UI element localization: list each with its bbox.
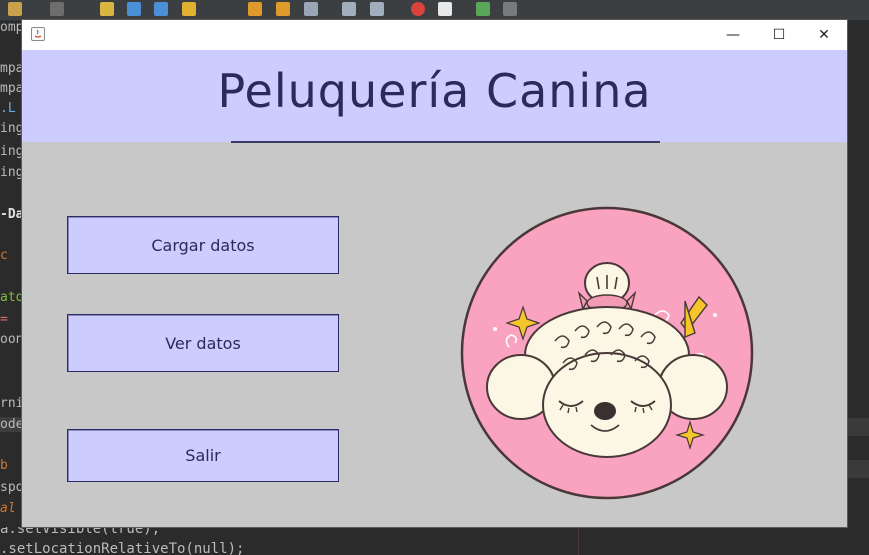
code-fragment: spo — [0, 480, 24, 495]
ide-toolbar — [0, 0, 869, 21]
ide-right-panel — [847, 20, 869, 527]
load-data-button[interactable]: Cargar datos — [67, 216, 339, 274]
code-fragment: .L — [0, 101, 16, 116]
app-header: Peluquería Canina — [22, 50, 847, 142]
ide-highlight-band — [847, 460, 869, 478]
arrow-up-icon[interactable] — [248, 2, 262, 16]
app-window: — ☐ ✕ Peluquería Canina Cargar datos Ver… — [22, 20, 847, 527]
ide-code-bottom: a.setVisible(true); .setLocationRelative… — [0, 527, 869, 555]
code-fragment: c — [0, 248, 8, 263]
code-fragment: = — [0, 312, 8, 327]
forward-icon[interactable] — [154, 2, 168, 16]
code-fragment: oon — [0, 332, 24, 347]
poodle-dog-icon — [460, 206, 754, 500]
shift-left-icon[interactable] — [342, 2, 356, 16]
back-icon[interactable] — [127, 2, 141, 16]
comment-icon[interactable] — [476, 2, 490, 16]
editor-margin-line — [578, 527, 579, 555]
ide-code-gutter: omp mpa mpa .L ing ing ing -Da c ato = o… — [0, 20, 24, 555]
record-icon[interactable] — [411, 2, 425, 16]
ide-highlight-band — [847, 418, 869, 436]
project-icon[interactable] — [8, 2, 22, 16]
code-fragment: mpa — [0, 61, 24, 76]
settings-icon[interactable] — [50, 2, 64, 16]
uncomment-icon[interactable] — [503, 2, 517, 16]
code-fragment: omp — [0, 20, 24, 35]
code-fragment: ing — [0, 165, 24, 180]
close-button[interactable]: ✕ — [801, 20, 847, 50]
window-titlebar[interactable]: — ☐ ✕ — [22, 20, 847, 50]
code-fragment: ato — [0, 290, 24, 305]
bookmark-icon[interactable] — [182, 2, 196, 16]
code-fragment: mpa — [0, 81, 24, 96]
copy-icon[interactable] — [304, 2, 318, 16]
code-fragment: ing — [0, 121, 24, 136]
app-title: Peluquería Canina — [217, 64, 652, 118]
title-underline — [231, 141, 660, 143]
code-fragment: al — [0, 501, 16, 516]
arrow-down-icon[interactable] — [276, 2, 290, 16]
code-fragment: ode — [0, 417, 24, 432]
maximize-button[interactable]: ☐ — [756, 20, 802, 50]
code-line: a.setVisible(true); — [0, 527, 161, 537]
view-data-button[interactable]: Ver datos — [67, 314, 339, 372]
exit-button[interactable]: Salir — [67, 429, 339, 482]
code-fragment: -Da — [0, 207, 24, 222]
code-fragment: rni — [0, 396, 24, 411]
search-icon[interactable] — [100, 2, 114, 16]
stop-icon[interactable] — [438, 2, 452, 16]
code-line: .setLocationRelativeTo(null); — [0, 541, 245, 555]
java-icon — [31, 27, 45, 41]
minimize-button[interactable]: — — [710, 20, 756, 50]
code-fragment: b — [0, 458, 8, 473]
code-fragment: ing — [0, 144, 24, 159]
shift-right-icon[interactable] — [370, 2, 384, 16]
